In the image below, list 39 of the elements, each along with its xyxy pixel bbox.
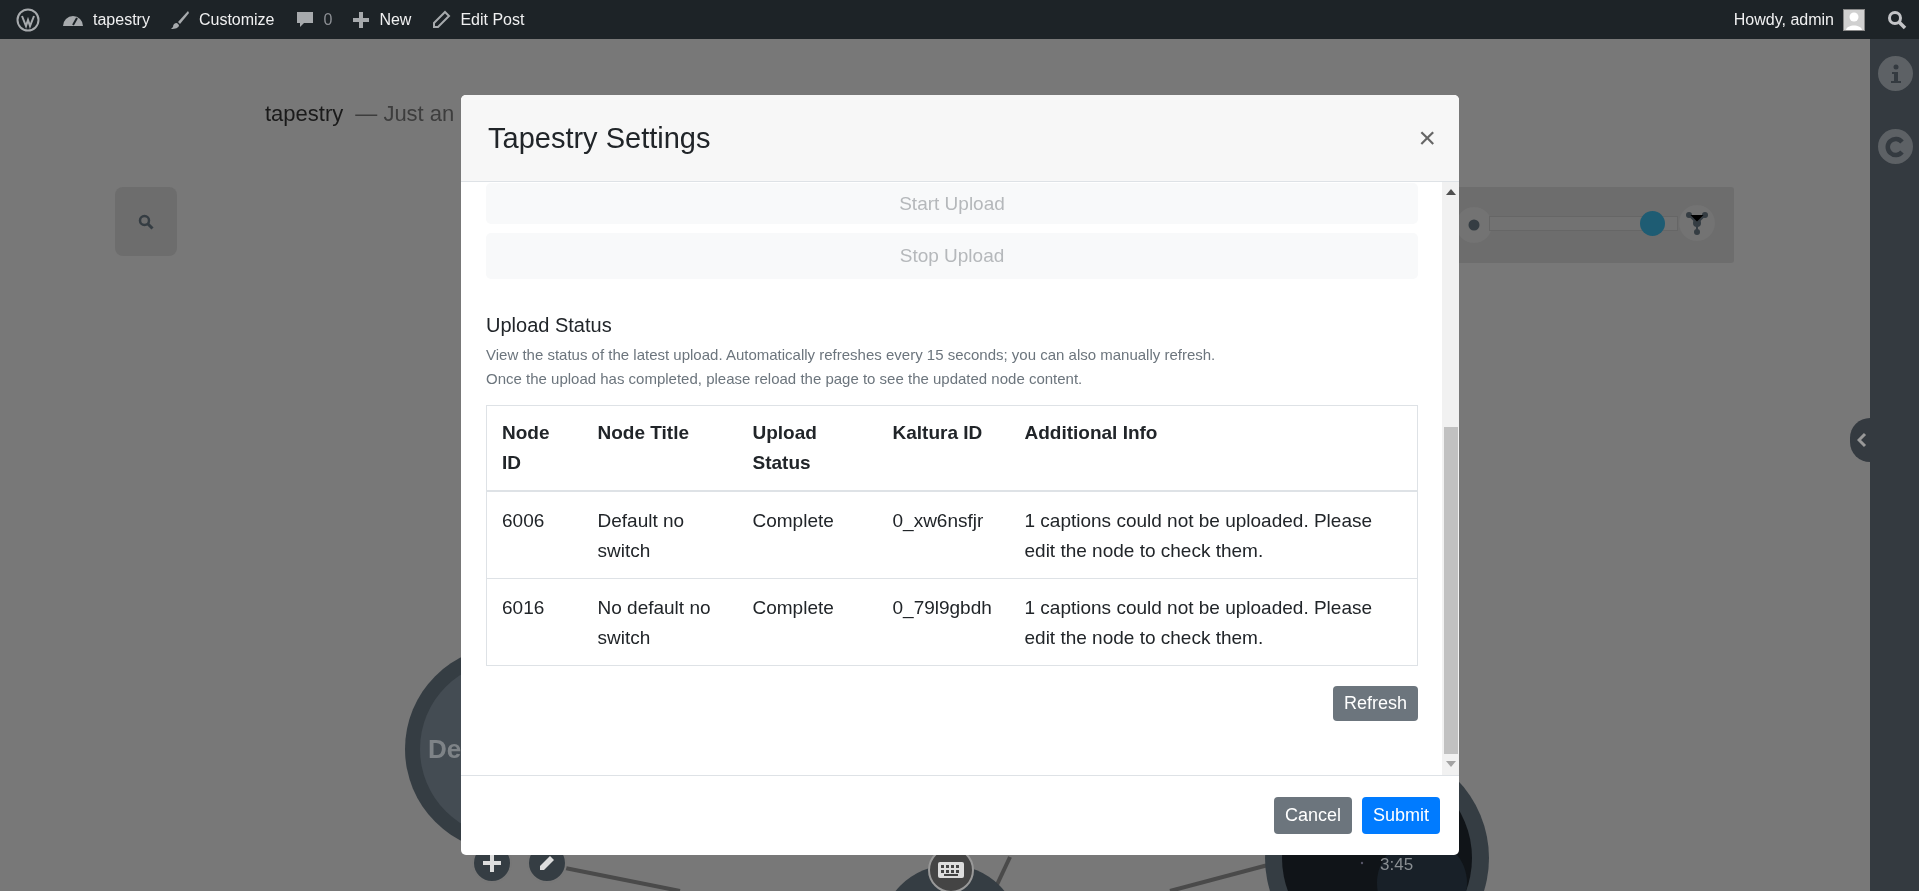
- admin-bar-label: 0: [323, 10, 333, 29]
- table-cell: 0_79l9gbdh: [877, 578, 1010, 666]
- table-cell: 6016: [486, 578, 583, 666]
- close-button[interactable]: ×: [1414, 123, 1440, 153]
- node-title: De: [428, 733, 462, 765]
- admin-bar-label: New: [379, 10, 412, 29]
- cancel-button[interactable]: Cancel: [1273, 797, 1352, 834]
- section-heading: Upload Status: [486, 314, 613, 337]
- modal-title: Tapestry Settings: [488, 121, 711, 155]
- table-cell: 1 captions could not be uploaded. Please edit the node to check them.: [1009, 491, 1418, 579]
- table-cell: 6006: [486, 491, 583, 579]
- column-header: Node Title: [582, 405, 738, 491]
- column-header: Upload Status: [737, 405, 878, 491]
- admin-bar-item[interactable]: tapestry: [52, 0, 160, 39]
- admin-bar-item[interactable]: Edit Post: [421, 0, 535, 39]
- admin-bar-item[interactable]: New: [342, 0, 422, 39]
- greeting-text: Howdy, admin: [1733, 10, 1834, 29]
- table-cell: Complete: [737, 491, 878, 579]
- column-header: Additional Info: [1009, 405, 1418, 491]
- admin-bar-item[interactable]: Customize: [159, 0, 285, 39]
- table-cell: 1 captions could not be uploaded. Please edit the node to check them.: [1009, 578, 1418, 666]
- site-title[interactable]: tapestry: [265, 101, 344, 127]
- help-text: Once the upload has completed, please reload the page to see the updated node content.: [486, 369, 1084, 389]
- site-tagline: — Just an: [355, 101, 455, 127]
- refresh-button[interactable]: Refresh: [1332, 686, 1418, 721]
- admin-bar-label: Edit Post: [460, 10, 525, 29]
- node-duration: 3:45: [1380, 855, 1414, 875]
- admin-bar-label: tapestry: [93, 10, 150, 29]
- column-header: Kaltura ID: [877, 405, 1010, 491]
- account-menu[interactable]: Howdy, admin: [1723, 0, 1875, 39]
- table-cell: Complete: [737, 578, 878, 666]
- submit-button[interactable]: Submit: [1361, 797, 1440, 834]
- help-text: View the status of the latest upload. Automatically refreshes every 15 seconds; you can also manually refresh.: [486, 345, 1217, 365]
- admin-bar-item[interactable]: 0: [284, 0, 343, 39]
- table-cell: 0_xw6nsfjr: [877, 491, 1010, 579]
- admin-bar-label: Customize: [198, 10, 275, 29]
- table-cell: Default no switch: [582, 491, 738, 579]
- column-header: Node ID: [486, 405, 583, 491]
- table-cell: No default no switch: [582, 578, 738, 666]
